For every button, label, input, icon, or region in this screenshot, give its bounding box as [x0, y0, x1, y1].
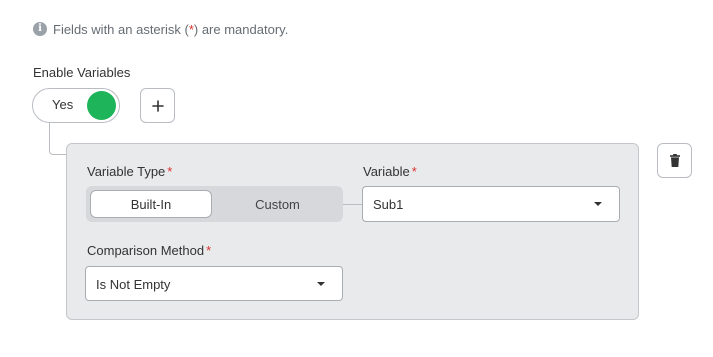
add-variable-button[interactable]	[140, 88, 175, 123]
variable-type-label: Variable Type *	[87, 164, 172, 179]
note-text-before: Fields with an asterisk (	[53, 21, 189, 37]
info-icon: i	[33, 22, 47, 36]
variable-type-option-built-in[interactable]: Built-In	[90, 190, 212, 218]
trash-icon	[669, 154, 680, 167]
enable-variables-toggle[interactable]: Yes	[32, 88, 120, 123]
chevron-down-icon	[594, 202, 602, 206]
comparison-method-select-value: Is Not Empty	[96, 277, 171, 292]
variable-select-value: Sub1	[373, 197, 404, 212]
comparison-method-label-text: Comparison Method	[87, 243, 205, 258]
variable-select[interactable]: Sub1	[362, 186, 620, 222]
variable-label: Variable *	[363, 164, 417, 179]
comparison-method-label: Comparison Method *	[87, 243, 211, 258]
enable-variables-label: Enable Variables	[33, 65, 131, 80]
required-mark: *	[206, 243, 212, 258]
variable-type-label-text: Variable Type	[87, 164, 166, 179]
variable-condition-panel: Variable Type * Built-In Custom Variable *…	[66, 143, 639, 320]
mandatory-fields-note: i Fields with an asterisk (*) are mandat…	[33, 21, 288, 37]
note-text-after: ) are mandatory.	[193, 21, 289, 37]
variable-type-option-custom[interactable]: Custom	[216, 190, 339, 218]
variables-settings: i Fields with an asterisk (*) are mandat…	[0, 0, 713, 357]
required-mark: *	[411, 164, 417, 179]
chevron-down-icon	[317, 282, 325, 286]
variable-label-text: Variable	[363, 164, 410, 179]
mandatory-note-text: Fields with an asterisk (*) are mandator…	[53, 22, 288, 37]
field-connector-line	[343, 204, 363, 205]
plus-icon	[151, 99, 164, 112]
toggle-knob	[87, 91, 116, 120]
delete-variable-button[interactable]	[657, 143, 692, 178]
tree-connector	[49, 123, 67, 155]
variable-type-segmented-control: Built-In Custom	[86, 186, 343, 222]
toggle-value-label: Yes	[52, 97, 74, 112]
comparison-method-select[interactable]: Is Not Empty	[85, 266, 343, 301]
required-mark: *	[167, 164, 173, 179]
